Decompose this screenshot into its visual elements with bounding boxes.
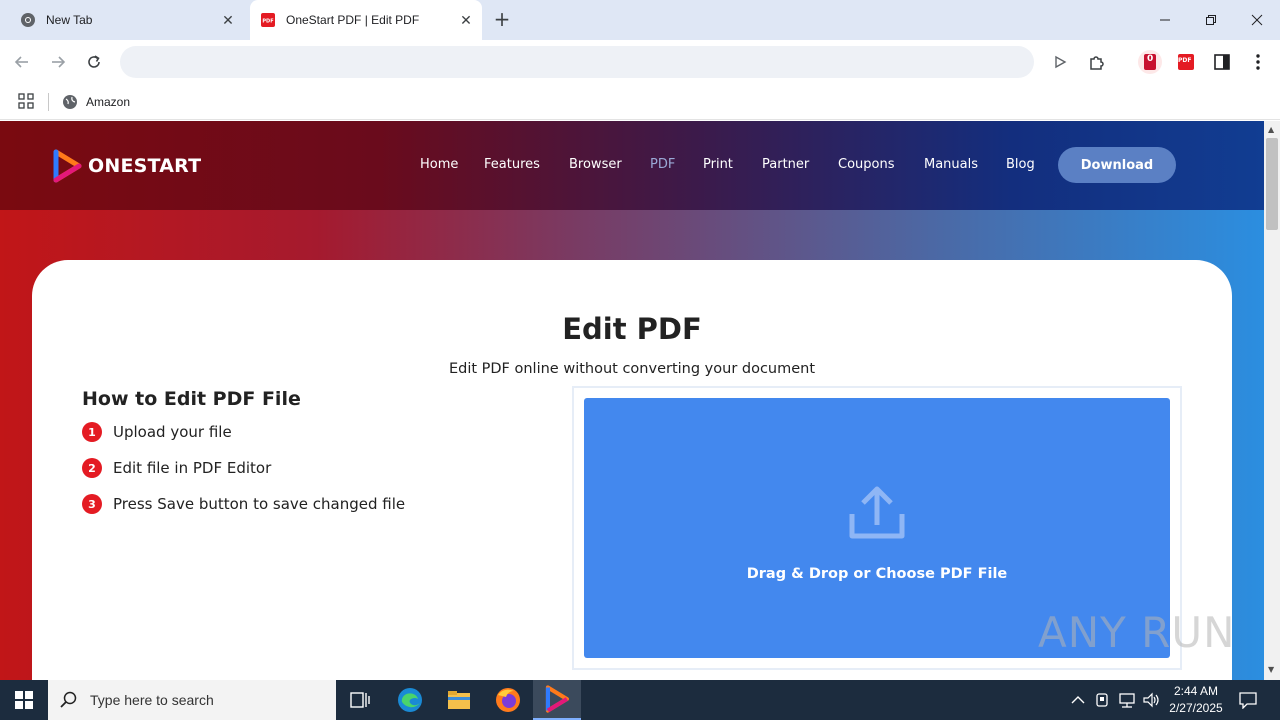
bookmark-label: Amazon <box>86 95 131 109</box>
step-number: 1 <box>82 422 102 442</box>
logo-text: ONESTART <box>88 155 202 177</box>
file-explorer-icon[interactable] <box>435 680 483 720</box>
browser-toolbar: 0 PDF <box>0 40 1280 84</box>
pdf-icon: PDF <box>261 13 275 27</box>
minimize-icon[interactable] <box>1153 8 1177 32</box>
apps-grid-icon[interactable] <box>18 93 34 113</box>
page-subtitle: Edit PDF online without converting your … <box>448 361 816 377</box>
address-bar[interactable] <box>120 46 1034 78</box>
onestart-extension-icon[interactable]: 0 <box>1138 50 1162 74</box>
nav-manuals[interactable]: Manuals <box>924 157 978 172</box>
anyrun-watermark: ANY RUN <box>1038 608 1236 657</box>
page-content: ONESTART Home Features Browser PDF Print… <box>0 121 1264 680</box>
task-view-icon[interactable] <box>336 680 384 720</box>
pdf-extension-label: PDF <box>1178 57 1192 64</box>
restore-icon[interactable] <box>1199 8 1223 32</box>
extension-badge: 0 <box>1147 54 1154 64</box>
onestart-logo[interactable]: ONESTART <box>52 148 201 184</box>
bookmark-divider <box>48 93 49 111</box>
nav-pdf[interactable]: PDF <box>650 157 675 172</box>
clock-time: 2:44 AM <box>1173 684 1219 698</box>
step-item: 2 Edit file in PDF Editor <box>82 457 271 479</box>
close-tab-icon[interactable]: ✕ <box>458 12 474 28</box>
onestart-taskbar-icon[interactable] <box>533 680 581 720</box>
nav-browser[interactable]: Browser <box>569 157 622 172</box>
search-placeholder: Type here to search <box>90 692 214 708</box>
pdf-extension-icon[interactable]: PDF <box>1174 50 1198 74</box>
onestart-logo-icon <box>53 149 82 183</box>
step-number: 3 <box>82 494 102 514</box>
download-button[interactable]: Download <box>1058 147 1176 183</box>
windows-start-icon[interactable] <box>0 680 48 720</box>
back-icon[interactable] <box>10 50 34 74</box>
search-icon <box>60 691 77 708</box>
dropzone-label: Drag & Drop or Choose PDF File <box>746 566 1008 582</box>
page-title: Edit PDF <box>562 312 702 346</box>
new-tab-button[interactable]: + <box>490 9 514 31</box>
page-scrollbar[interactable]: ▲ ▼ <box>1264 121 1280 680</box>
tray-device-icon[interactable] <box>1094 691 1110 713</box>
taskbar-clock[interactable]: 2:44 AM 2/27/2025 <box>1164 683 1228 717</box>
bookmarks-bar: Amazon <box>0 84 1280 120</box>
nav-features[interactable]: Features <box>484 157 540 172</box>
scroll-up-icon[interactable]: ▲ <box>1268 125 1274 134</box>
network-icon[interactable] <box>1118 691 1136 713</box>
nav-print[interactable]: Print <box>703 157 733 172</box>
close-tab-icon[interactable]: ✕ <box>220 12 236 28</box>
tab-new-tab[interactable]: New Tab ✕ <box>8 0 244 40</box>
bookmark-amazon[interactable]: Amazon <box>62 90 130 114</box>
side-panel-icon[interactable] <box>1210 50 1234 74</box>
step-number: 2 <box>82 458 102 478</box>
extensions-icon[interactable] <box>1085 50 1109 74</box>
step-item: 1 Upload your file <box>82 421 232 443</box>
tab-onestart-pdf[interactable]: PDF OneStart PDF | Edit PDF ✕ <box>250 0 482 40</box>
globe-icon <box>63 95 77 109</box>
nav-partner[interactable]: Partner <box>762 157 809 172</box>
taskbar-search-box[interactable]: Type here to search <box>48 680 336 720</box>
reload-icon[interactable] <box>82 50 106 74</box>
cast-icon[interactable] <box>1048 50 1072 74</box>
site-header: ONESTART Home Features Browser PDF Print… <box>0 121 1264 210</box>
windows-taskbar: Type here to search 2:44 AM 2/27/2025 <box>0 680 1280 720</box>
tab-strip: New Tab ✕ PDF OneStart PDF | Edit PDF ✕ … <box>0 0 1280 40</box>
tab-title: New Tab <box>46 13 93 27</box>
scroll-thumb[interactable] <box>1266 138 1278 230</box>
nav-coupons[interactable]: Coupons <box>838 157 895 172</box>
volume-icon[interactable] <box>1142 691 1160 713</box>
upload-icon <box>849 486 905 539</box>
svg-text:PDF: PDF <box>262 19 273 25</box>
tray-chevron-up-icon[interactable] <box>1070 692 1086 712</box>
step-text: Upload your file <box>113 423 232 441</box>
chrome-icon <box>21 13 35 27</box>
step-text: Edit file in PDF Editor <box>113 459 272 477</box>
step-text: Press Save button to save changed file <box>113 495 406 513</box>
menu-kebab-icon[interactable] <box>1246 50 1270 74</box>
step-item: 3 Press Save button to save changed file <box>82 493 405 515</box>
nav-blog[interactable]: Blog <box>1006 157 1035 172</box>
firefox-icon[interactable] <box>484 680 532 720</box>
clock-date: 2/27/2025 <box>1169 701 1223 715</box>
tab-title: OneStart PDF | Edit PDF <box>286 13 420 27</box>
notifications-icon[interactable] <box>1238 691 1258 713</box>
scroll-down-icon[interactable]: ▼ <box>1268 665 1274 674</box>
edge-icon[interactable] <box>386 680 434 720</box>
forward-icon[interactable] <box>46 50 70 74</box>
close-window-icon[interactable] <box>1245 8 1269 32</box>
nav-home[interactable]: Home <box>420 157 458 172</box>
howto-heading: How to Edit PDF File <box>82 388 301 410</box>
